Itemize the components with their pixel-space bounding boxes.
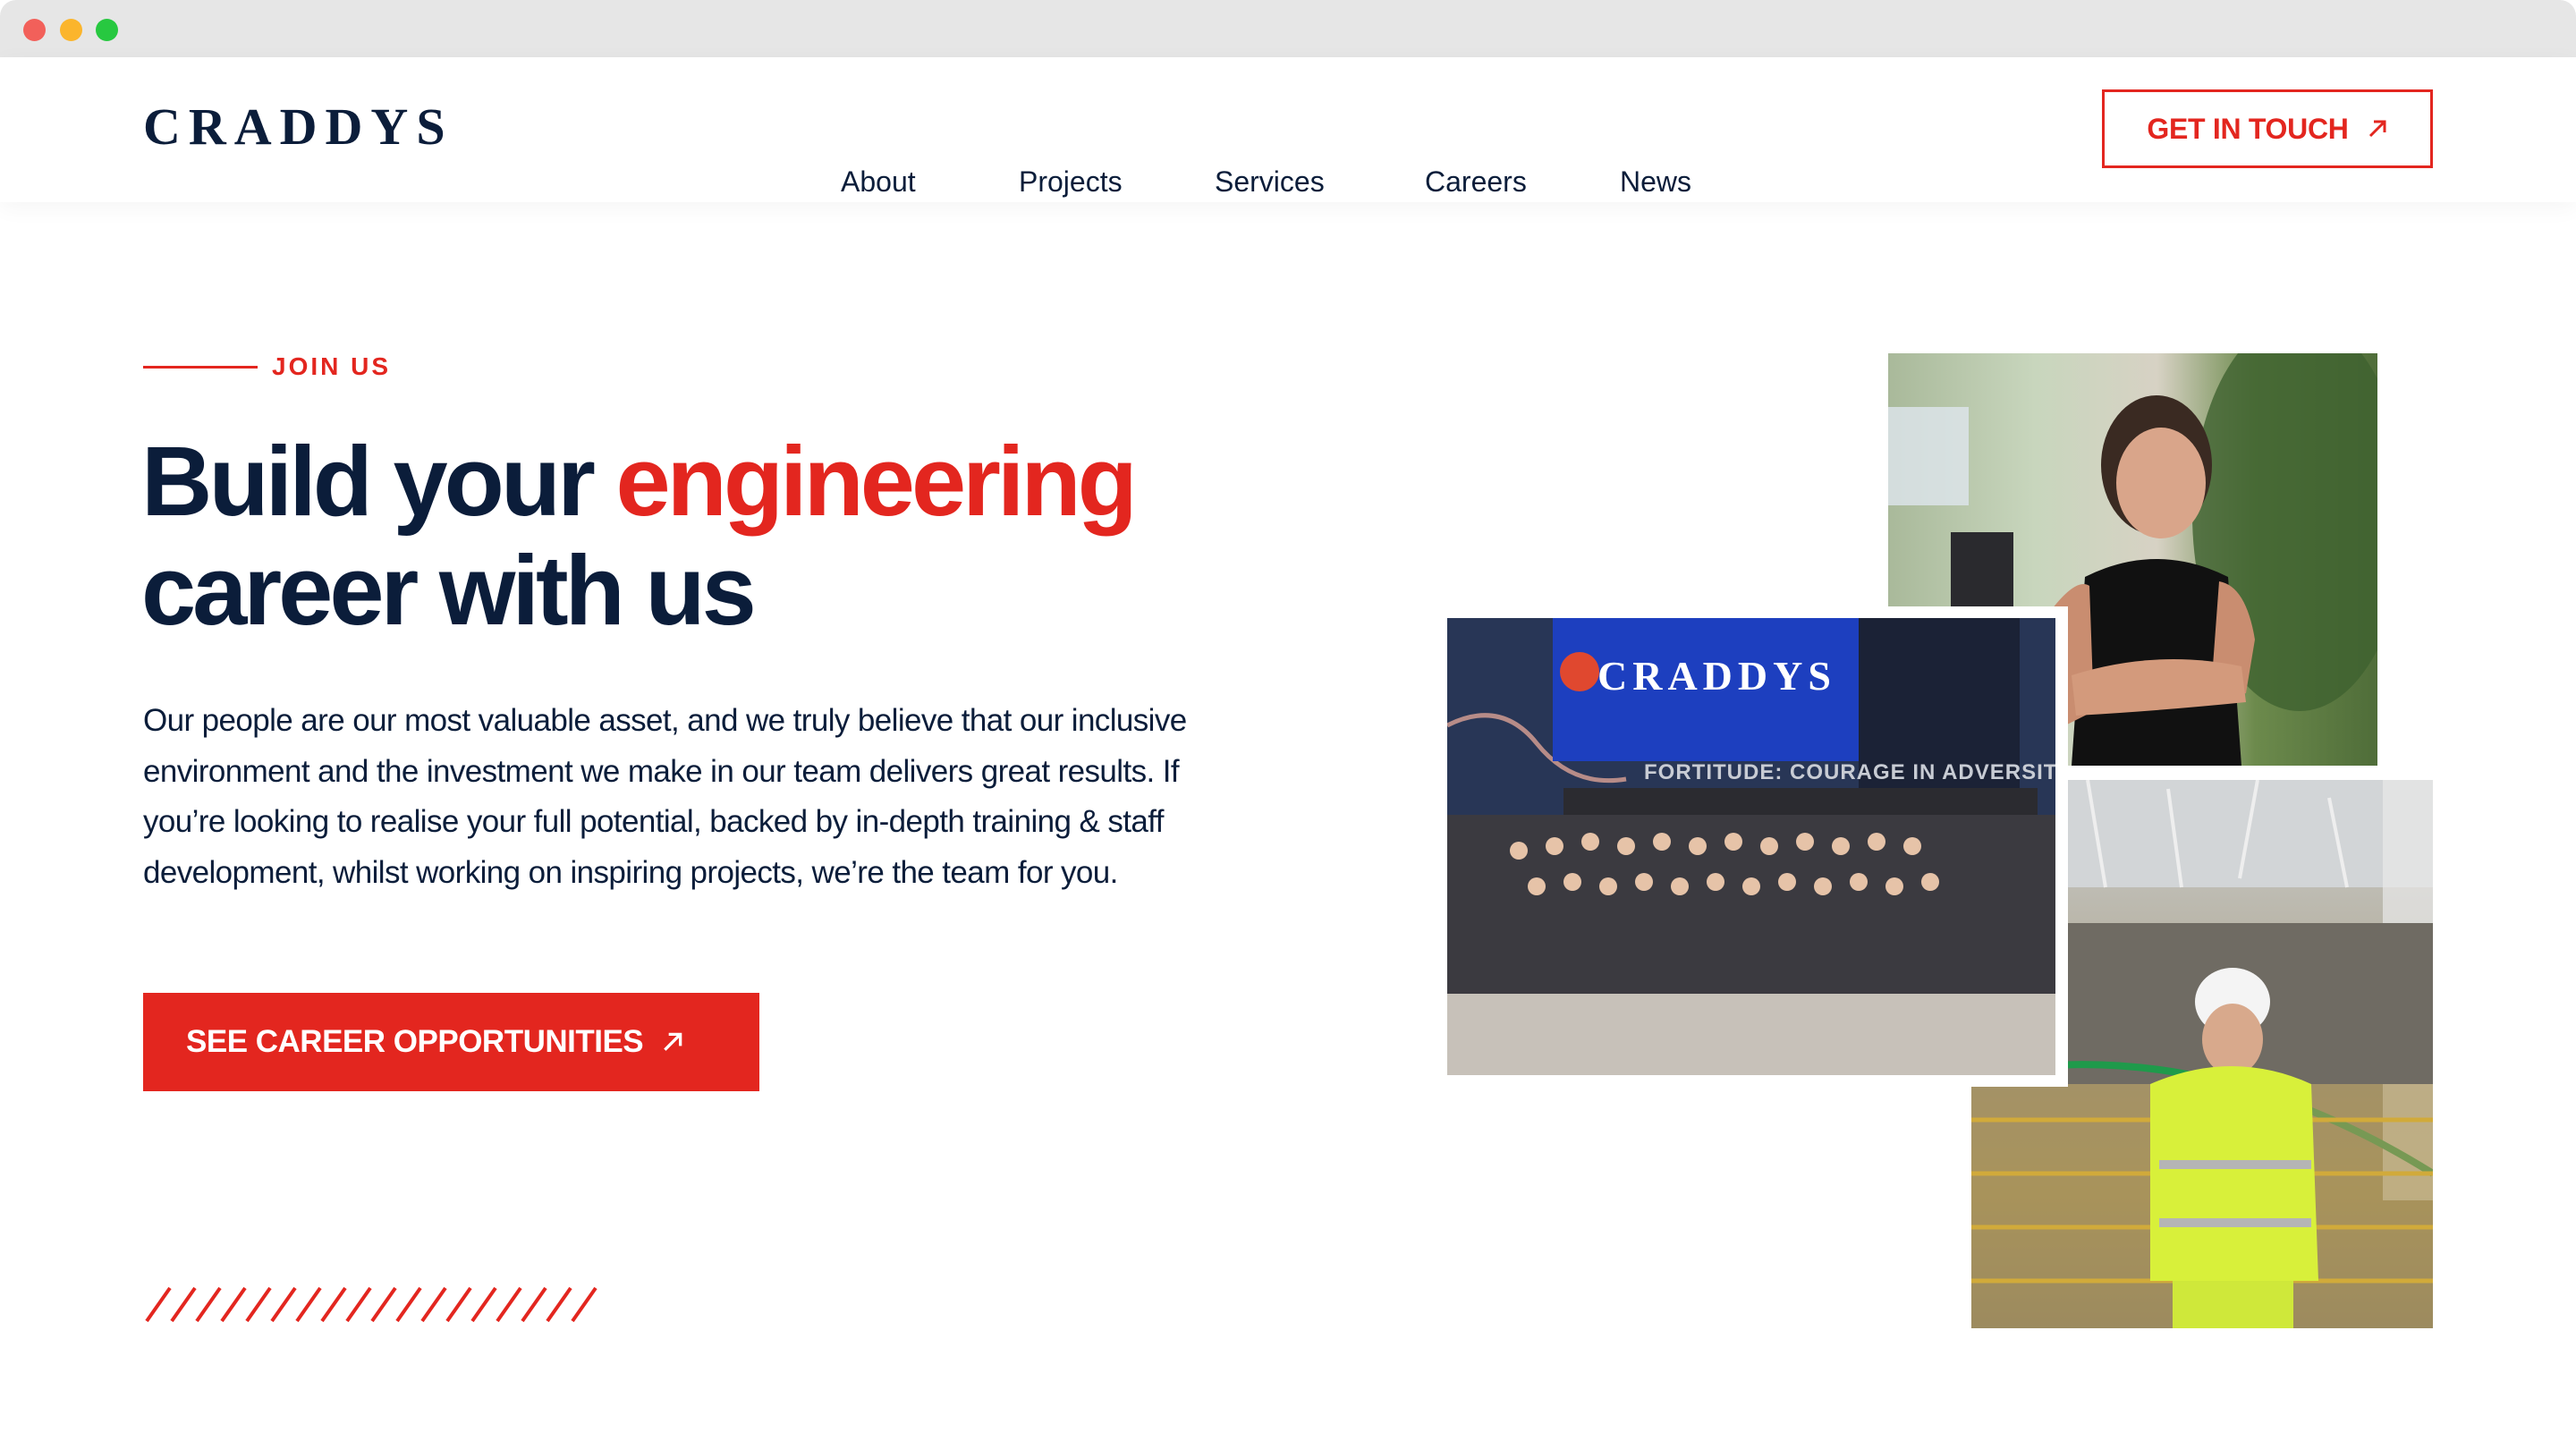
slash-mark	[295, 1286, 322, 1323]
window-minimize-button[interactable]	[60, 19, 82, 41]
arrow-up-right-icon	[2367, 118, 2388, 140]
slash-mark	[370, 1286, 397, 1323]
headline-part2: career with us	[141, 536, 757, 646]
eyebrow-line	[143, 365, 258, 369]
slash-mark	[320, 1286, 347, 1323]
slash-mark	[245, 1286, 272, 1323]
nav-item-projects[interactable]: Projects	[1019, 165, 1123, 199]
arrow-up-right-icon	[661, 1030, 684, 1054]
window-maximize-button[interactable]	[96, 19, 118, 41]
hero-body-text: Our people are our most valuable asset, …	[143, 703, 1187, 890]
see-career-opportunities-label: SEE CAREER OPPORTUNITIES	[186, 1024, 644, 1059]
slash-mark	[546, 1286, 572, 1323]
hero-headline: Build your engineering career with us	[141, 428, 1215, 646]
decorative-slashes	[145, 1286, 597, 1323]
slash-mark	[496, 1286, 522, 1323]
slash-mark	[470, 1286, 497, 1323]
site-header: CRADDYS About Projects Services Careers …	[0, 57, 2576, 202]
headline-accent: engineering	[615, 427, 1137, 537]
slash-mark	[521, 1286, 547, 1323]
slash-mark	[395, 1286, 422, 1323]
slash-mark	[571, 1286, 597, 1323]
browser-titlebar	[0, 0, 2576, 57]
headline-part1: Build your	[141, 427, 616, 537]
nav-item-careers[interactable]: Careers	[1425, 165, 1527, 199]
get-in-touch-label: GET IN TOUCH	[2147, 112, 2349, 145]
get-in-touch-button[interactable]: GET IN TOUCH	[2102, 89, 2433, 168]
section-eyebrow: JOIN US	[143, 351, 391, 383]
nav-item-about[interactable]: About	[841, 165, 916, 199]
group-photo-screen-text: CRADDYS	[1597, 653, 1836, 699]
see-career-opportunities-button[interactable]: SEE CAREER OPPORTUNITIES	[143, 993, 759, 1091]
window-close-button[interactable]	[23, 19, 46, 41]
slash-mark	[445, 1286, 472, 1323]
site-logo[interactable]: CRADDYS	[143, 101, 453, 153]
slash-mark	[270, 1286, 297, 1323]
nav-item-news[interactable]: News	[1620, 165, 1691, 199]
slash-mark	[345, 1286, 372, 1323]
slash-mark	[145, 1286, 172, 1323]
slash-mark	[420, 1286, 447, 1323]
eyebrow-label: JOIN US	[272, 352, 392, 380]
group-photo-banner-text: FORTITUDE: COURAGE IN ADVERSITY	[1644, 760, 2055, 784]
nav-item-services[interactable]: Services	[1215, 165, 1325, 199]
photo-team-group: CRADDYS FORTITUDE: COURAGE IN ADVERSITY	[1447, 618, 2055, 1075]
slash-mark	[170, 1286, 197, 1323]
slash-mark	[220, 1286, 247, 1323]
slash-mark	[195, 1286, 222, 1323]
